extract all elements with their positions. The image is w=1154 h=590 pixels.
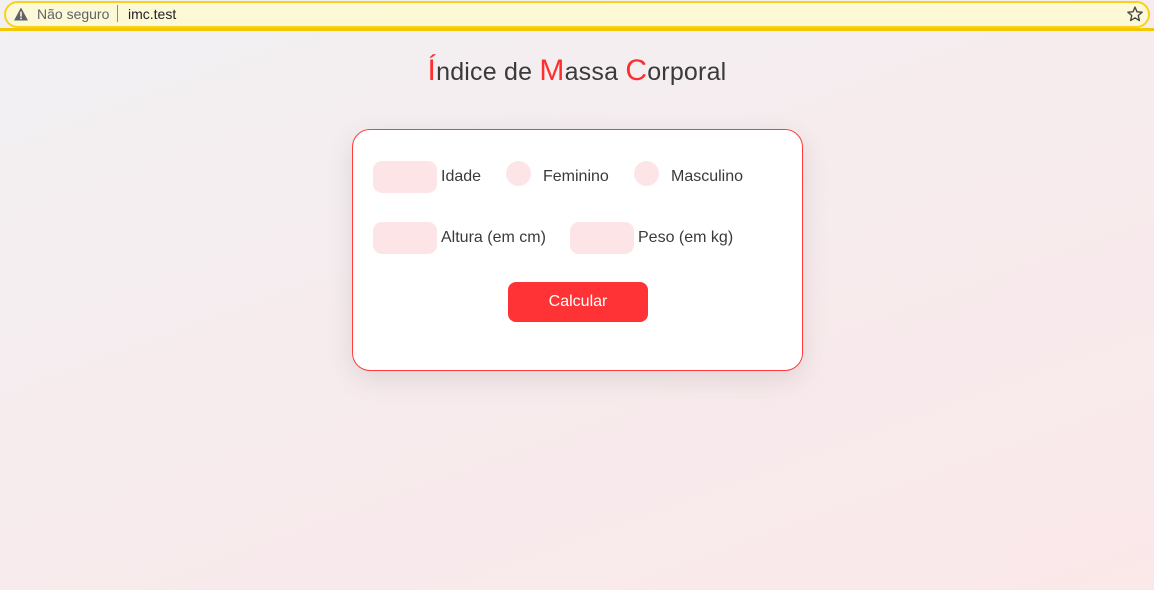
security-status-label[interactable]: Não seguro (37, 6, 109, 22)
weight-label: Peso (em kg) (638, 229, 734, 246)
warning-triangle-icon[interactable] (13, 6, 29, 22)
title-initial-c: C (625, 54, 648, 87)
address-separator (117, 5, 118, 22)
height-input[interactable] (373, 222, 437, 254)
male-radio[interactable] (634, 161, 659, 186)
browser-address-bar: Não seguro imc.test (0, 0, 1154, 32)
address-bar-underline (0, 28, 1154, 31)
male-label[interactable]: Masculino (671, 168, 743, 186)
age-label: Idade (441, 168, 482, 185)
calculate-button[interactable]: Calcular (508, 282, 648, 322)
height-label: Altura (em cm) (441, 229, 546, 246)
title-text-1: ndice de (436, 58, 540, 86)
age-input[interactable] (373, 161, 437, 193)
url-text[interactable]: imc.test (128, 6, 176, 22)
title-text-3: orporal (647, 58, 727, 86)
bmi-form-card: Idade Feminino Masculino Altura (em cm) … (352, 129, 803, 371)
female-radio[interactable] (506, 161, 531, 186)
page-title: Índice de Massa Corporal (0, 54, 1154, 88)
title-initial-m: M (539, 54, 565, 87)
title-text-2: assa (564, 58, 626, 86)
female-label[interactable]: Feminino (543, 168, 609, 186)
star-icon[interactable] (1126, 5, 1144, 23)
weight-input[interactable] (570, 222, 634, 254)
title-initial-i: Í (427, 54, 437, 87)
